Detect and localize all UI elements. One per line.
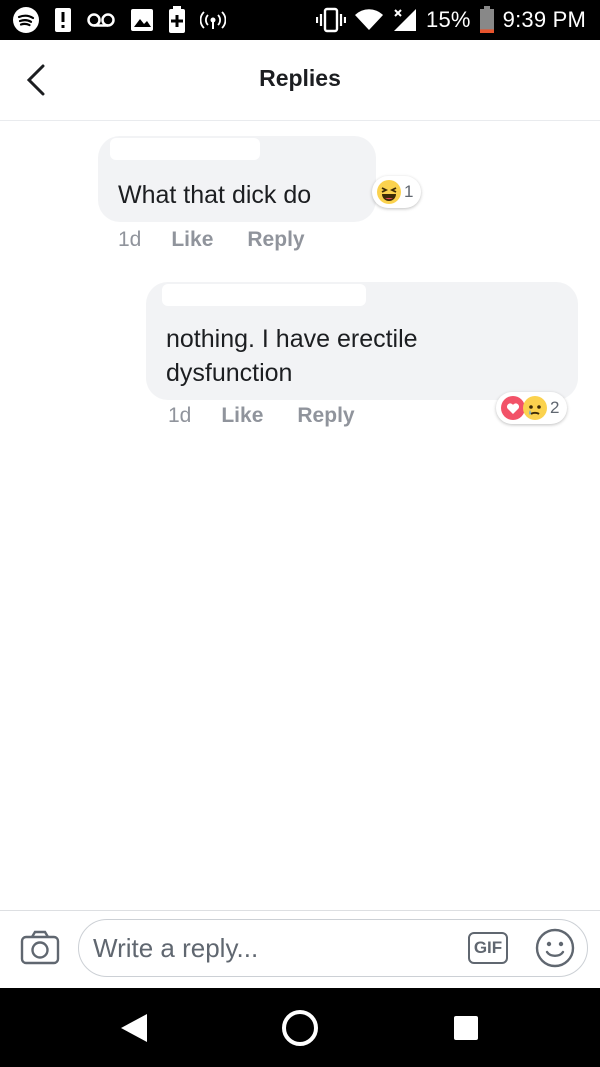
spotify-icon xyxy=(12,6,40,34)
battery-icon xyxy=(479,6,495,34)
home-circle-icon xyxy=(282,1010,318,1046)
redacted-author-name xyxy=(110,138,260,160)
hotspot-icon xyxy=(200,10,226,30)
nav-back-button[interactable] xyxy=(114,1008,154,1048)
comment-actions-1: 1d Like Reply xyxy=(118,228,339,252)
comment-time-2: 1d xyxy=(168,404,192,427)
back-triangle-icon xyxy=(121,1014,147,1042)
image-icon xyxy=(130,8,154,32)
comment-text-2-line1: nothing. I have erectile xyxy=(166,325,418,353)
reply-button-1[interactable]: Reply xyxy=(247,228,304,252)
wifi-icon xyxy=(354,8,384,32)
reaction-summary-2[interactable]: 2 xyxy=(496,392,568,424)
reaction-summary-1[interactable]: 1 xyxy=(372,176,422,208)
comment-text-2-line2: dysfunction xyxy=(166,359,293,387)
emoji-button[interactable] xyxy=(534,927,576,969)
comment-time-1: 1d xyxy=(118,228,142,251)
nav-overview-button[interactable] xyxy=(446,1008,486,1048)
battery-percent: 15% xyxy=(426,7,471,32)
gif-button[interactable]: GIF xyxy=(468,932,508,964)
overview-square-icon xyxy=(454,1016,478,1040)
comment-text-1: What that dick do xyxy=(118,181,312,209)
nav-home-button[interactable] xyxy=(280,1008,320,1048)
reaction-count-1: 1 xyxy=(404,182,414,201)
signal-icon xyxy=(392,7,418,33)
alert-icon xyxy=(54,7,72,33)
comment-bubble-2[interactable]: nothing. I have erectile dysfunction xyxy=(146,282,578,400)
smiley-icon xyxy=(535,928,575,968)
sad-reaction-icon xyxy=(522,395,548,421)
like-button-2[interactable]: Like xyxy=(221,404,263,428)
page-title: Replies xyxy=(259,65,341,91)
vibrate-icon xyxy=(316,7,347,33)
redacted-author-name xyxy=(162,284,366,306)
replies-header: Replies xyxy=(0,40,600,121)
battery-saver-icon xyxy=(168,6,186,34)
comment-actions-2: 1d Like Reply xyxy=(168,404,389,428)
camera-icon xyxy=(20,930,60,965)
android-nav-bar xyxy=(0,988,600,1067)
camera-button[interactable] xyxy=(18,926,62,970)
like-button-1[interactable]: Like xyxy=(171,228,213,252)
status-bar: 15% 9:39 PM xyxy=(0,0,600,40)
reply-composer: GIF xyxy=(0,910,600,989)
voicemail-icon xyxy=(86,12,116,28)
haha-reaction-icon xyxy=(376,179,402,205)
reply-button-2[interactable]: Reply xyxy=(297,404,354,428)
reaction-count-2: 2 xyxy=(550,398,560,417)
reply-input[interactable] xyxy=(78,919,588,977)
clock: 9:39 PM xyxy=(502,7,586,32)
comment-bubble-1[interactable]: What that dick do xyxy=(98,136,376,222)
